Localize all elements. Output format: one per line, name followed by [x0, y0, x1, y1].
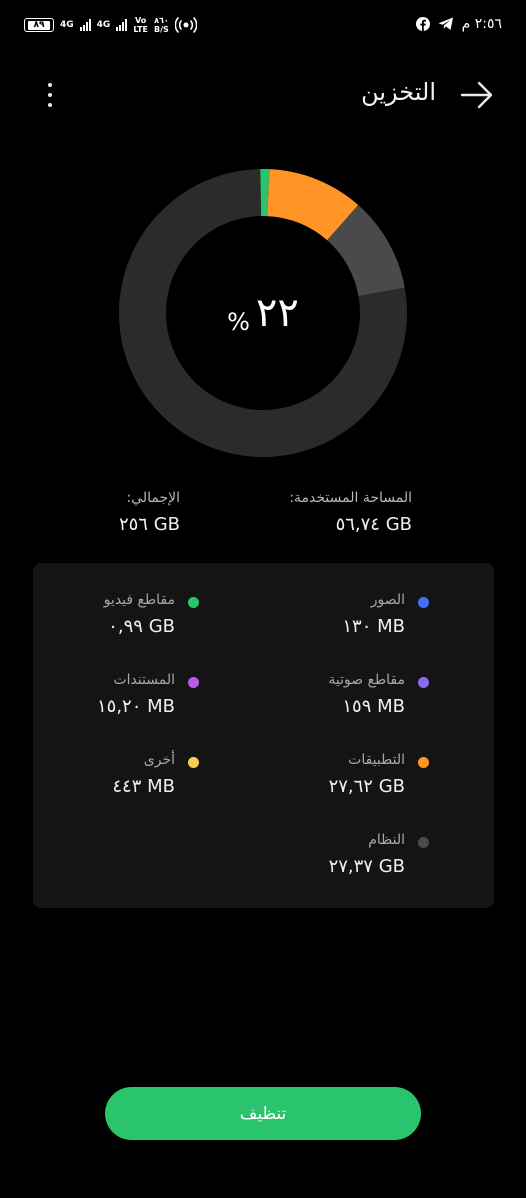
page-title: التخزين: [361, 78, 436, 106]
category-size: ١٥٩ MB: [342, 696, 405, 717]
category-color-dot: [418, 677, 429, 688]
category-size: ١٥,٢٠ MB: [96, 696, 175, 717]
back-arrow-icon[interactable]: [460, 80, 494, 110]
facebook-icon: [415, 17, 430, 31]
category-name: المستندات: [113, 672, 175, 688]
speed-value: ٨٦٠: [154, 16, 169, 25]
percent-sign: %: [227, 308, 250, 336]
storage-summary: المساحة المستخدمة: ٥٦,٧٤ GB الإجمالي: ٢٥…: [0, 490, 526, 550]
category-photos[interactable]: الصور ١٣٠ MB: [205, 592, 429, 637]
category-other[interactable]: أخرى ٤٤٣ MB: [0, 752, 199, 797]
category-color-dot: [418, 757, 429, 768]
status-left: ٨٩ 4G 4G Vo LTE ٨٦٠ B/S: [24, 16, 197, 34]
status-bar: ٨٩ 4G 4G Vo LTE ٨٦٠ B/S ٢:٥٦ م: [0, 14, 526, 40]
hotspot-icon: [174, 16, 197, 34]
signal-icon: [116, 19, 128, 31]
volte-indicator: Vo LTE: [133, 16, 148, 34]
volte-bottom: LTE: [133, 25, 149, 34]
category-size: ٢٧,٣٧ GB: [328, 856, 405, 877]
network-speed: ٨٦٠ B/S: [154, 16, 169, 34]
battery-level: ٨٩: [28, 20, 50, 30]
used-space: المساحة المستخدمة: ٥٦,٧٤ GB: [289, 490, 412, 535]
category-name: التطبيقات: [348, 752, 405, 768]
category-color-dot: [418, 597, 429, 608]
category-name: الصور: [370, 592, 405, 608]
used-space-value: ٥٦,٧٤ GB: [335, 514, 412, 535]
signal-icon: [79, 19, 91, 31]
category-size: ٢٧,٦٢ GB: [328, 776, 405, 797]
used-percentage: % ٢٢: [118, 168, 408, 458]
category-color-dot: [188, 677, 199, 688]
used-space-label: المساحة المستخدمة:: [289, 490, 412, 506]
percent-value: ٢٢: [255, 290, 299, 336]
category-documents[interactable]: المستندات ١٥,٢٠ MB: [0, 672, 199, 717]
app-header: التخزين: [0, 78, 526, 114]
category-name: أخرى: [143, 752, 175, 768]
category-size: ١٣٠ MB: [342, 616, 405, 637]
storage-donut-chart: % ٢٢: [118, 168, 408, 458]
clean-button[interactable]: تنظيف: [105, 1087, 421, 1140]
telegram-icon: [438, 17, 453, 30]
network-type-label: 4G: [60, 19, 74, 30]
speed-unit: B/S: [154, 25, 169, 34]
volte-top: Vo: [135, 16, 147, 25]
clock: ٢:٥٦ م: [461, 16, 502, 32]
total-space-label: الإجمالي:: [126, 490, 180, 506]
category-color-dot: [188, 757, 199, 768]
total-space: الإجمالي: ٢٥٦ GB: [119, 490, 180, 535]
category-name: النظام: [368, 832, 405, 848]
category-color-dot: [188, 597, 199, 608]
category-name: مقاطع صوتية: [328, 672, 405, 688]
category-name: مقاطع فيديو: [103, 592, 175, 608]
category-videos[interactable]: مقاطع فيديو ٠,٩٩ GB: [0, 592, 199, 637]
more-options-icon[interactable]: [40, 80, 60, 110]
category-size: ٤٤٣ MB: [112, 776, 175, 797]
total-space-value: ٢٥٦ GB: [118, 514, 180, 535]
category-color-dot: [418, 837, 429, 848]
category-apps[interactable]: التطبيقات ٢٧,٦٢ GB: [205, 752, 429, 797]
status-right: ٢:٥٦ م: [415, 16, 502, 32]
network-type-label: 4G: [96, 19, 111, 30]
storage-categories-card: الصور ١٣٠ MB مقاطع فيديو ٠,٩٩ GB مقاطع ص…: [33, 563, 494, 908]
category-size: ٠,٩٩ GB: [108, 616, 175, 637]
battery-icon: ٨٩: [24, 18, 54, 32]
category-system[interactable]: النظام ٢٧,٣٧ GB: [205, 832, 429, 877]
category-audio[interactable]: مقاطع صوتية ١٥٩ MB: [205, 672, 429, 717]
